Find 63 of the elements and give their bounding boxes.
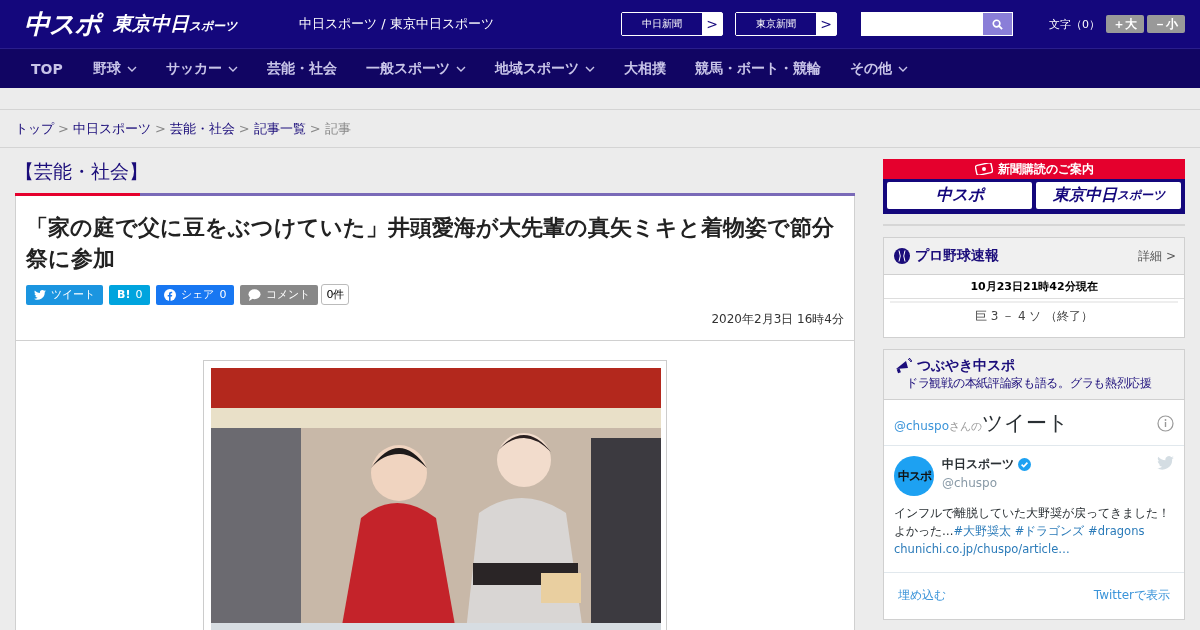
share-button[interactable]: コメント — [240, 284, 319, 305]
ticket-icon — [974, 163, 993, 175]
site-title: 中日スポーツ / 東京中日スポーツ — [299, 15, 495, 33]
avatar[interactable]: 中スポ — [894, 456, 934, 496]
breadcrumb-separator: > — [309, 121, 321, 136]
nav-item[interactable]: 芸能・社会 — [251, 59, 351, 78]
breadcrumb-separator: > — [238, 121, 250, 136]
category-heading: 【芸能・社会】 — [15, 159, 149, 184]
bird-icon — [34, 289, 46, 300]
nav-item[interactable]: その他 — [834, 59, 922, 78]
panel-title: プロ野球速報 — [915, 247, 999, 265]
newspaper-logo[interactable]: 東京中日スポーツ — [1036, 182, 1181, 209]
tweet-link[interactable]: #dragons — [1088, 524, 1145, 538]
breadcrumb-item[interactable]: 中日スポーツ — [72, 119, 151, 138]
site-logo[interactable]: 東京中日スポーツ — [113, 11, 237, 37]
speech-bubble-icon — [248, 288, 262, 301]
nav-item[interactable]: 競馬・ボート・競輪 — [679, 59, 835, 78]
breadcrumb-separator: > — [154, 121, 166, 136]
nav-item[interactable]: 大相撲 — [608, 59, 680, 78]
game-score[interactable]: 巨 3 － 4 ソ （終了） — [890, 301, 1178, 325]
banner-title: 新聞購読のご案内 — [997, 160, 1094, 178]
info-icon[interactable] — [1157, 414, 1174, 432]
heading-suffix: さんの — [949, 420, 983, 434]
paper-link[interactable]: 中日新聞 > — [621, 12, 723, 36]
font-size-label: 文字（0） — [1049, 16, 1100, 32]
current-page-label: 記事 — [324, 119, 351, 138]
facebook-icon — [164, 288, 177, 301]
nav-item[interactable]: 一般スポーツ — [350, 59, 480, 78]
share-button[interactable]: シェア 0 — [156, 284, 235, 305]
chevron-down-icon[interactable] — [126, 65, 137, 72]
nav-item[interactable]: 野球 — [77, 59, 151, 78]
search-icon — [992, 18, 1003, 30]
search-field[interactable] — [861, 12, 1013, 36]
tweet-link[interactable]: #ドラゴンズ — [1014, 524, 1085, 538]
panel-title: つぶやき中スポ — [917, 357, 1015, 375]
article-title: 「家の庭で父に豆をぶつけていた」井頭愛海が大先輩の真矢ミキと着物姿で節分祭に参加 — [26, 214, 835, 273]
search-button[interactable] — [983, 13, 1012, 35]
megaphone-icon — [894, 358, 912, 374]
nav-item[interactable]: TOP — [16, 60, 78, 77]
nav-item[interactable]: 地域スポーツ — [479, 59, 609, 78]
breadcrumb-item[interactable]: 芸能・社会 — [169, 119, 235, 138]
tweet-link[interactable]: chunichi.co.jp/chuspo/article… — [894, 542, 1070, 556]
breadcrumb-separator: > — [58, 121, 69, 136]
timeline-heading: ツイート — [982, 410, 1070, 437]
breadcrumb-item[interactable]: 記事一覧 — [253, 119, 306, 138]
panel-subtitle: ドラ観戦の本紙評論家も語る。グラも熱烈応援 — [905, 375, 1153, 392]
tweet-text: インフルで離脱していた大野奨が戻ってきました！よかった…#大野奨太 #ドラゴンズ #dragons chunichi.co.jp/chuspo/article… — [894, 505, 1171, 558]
update-time: 10月23日21時42分現在 — [884, 275, 1184, 299]
chevron-down-icon[interactable] — [584, 65, 595, 72]
user-name[interactable]: 中日スポーツ — [942, 456, 1014, 473]
nav-item[interactable]: サッカー — [150, 59, 252, 78]
breadcrumb-item[interactable]: トップ — [15, 119, 54, 138]
chevron-down-icon[interactable] — [455, 65, 466, 72]
newspaper-logo[interactable]: 中スポ — [887, 182, 1032, 209]
details-link[interactable]: 詳細 > — [1138, 247, 1176, 265]
chevron-down-icon[interactable] — [227, 65, 238, 72]
comment-count: 0件 — [321, 284, 350, 305]
article-date: 2020年2月3日 16時4分 — [710, 311, 844, 328]
paper-link[interactable]: 東京新聞 > — [735, 12, 837, 36]
chevron-down-icon[interactable] — [897, 65, 908, 72]
tweet-link[interactable]: #大野奨太 — [953, 524, 1012, 538]
baseball-icon — [894, 248, 910, 264]
subscription-banner[interactable]: 新聞購読のご案内 中スポ 東京中日スポーツ — [883, 159, 1185, 214]
